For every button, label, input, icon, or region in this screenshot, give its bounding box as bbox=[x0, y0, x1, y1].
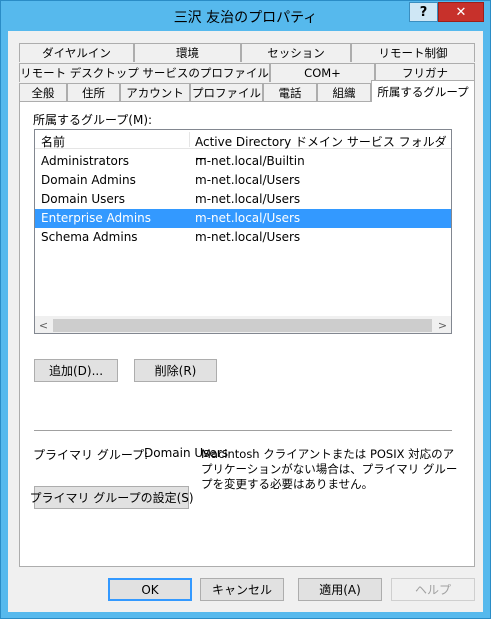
title-bar[interactable]: 三沢 友治のプロパティ ? ✕ bbox=[1, 1, 490, 31]
tab-session[interactable]: セッション bbox=[241, 43, 351, 62]
tab-organization[interactable]: 組織 bbox=[317, 83, 371, 102]
tab-remote-control[interactable]: リモート制御 bbox=[351, 43, 475, 62]
group-folder: m-net.local/Users bbox=[195, 211, 301, 225]
list-item[interactable]: Domain Admins m-net.local/Users bbox=[35, 171, 451, 190]
list-item[interactable]: Administrators m-net.local/Builtin bbox=[35, 152, 451, 171]
separator bbox=[34, 430, 452, 432]
cancel-button[interactable]: キャンセル bbox=[200, 578, 284, 601]
dialog-client: ダイヤルイン 環境 セッション リモート制御 リモート デスクトップ サービスの… bbox=[8, 31, 483, 612]
apply-button[interactable]: 適用(A) bbox=[298, 578, 382, 601]
set-primary-group-button[interactable]: プライマリ グループの設定(S) bbox=[29, 486, 194, 509]
list-item[interactable]: Domain Users m-net.local/Users bbox=[35, 190, 451, 209]
remove-button[interactable]: 削除(R) bbox=[134, 359, 217, 382]
member-of-panel: 所属するグループ(M): 名前 Active Directory ドメイン サー… bbox=[19, 101, 475, 567]
ok-button[interactable]: OK bbox=[108, 578, 192, 601]
group-name: Domain Admins bbox=[41, 173, 136, 187]
tab-general[interactable]: 全般 bbox=[19, 83, 67, 102]
tab-profile[interactable]: プロファイル bbox=[190, 83, 263, 102]
column-separator[interactable] bbox=[189, 132, 190, 147]
primary-group-note: Macintosh クライアントまたは POSIX 対応のアプリケーションがない… bbox=[201, 447, 458, 491]
tab-account[interactable]: アカウント bbox=[120, 83, 190, 102]
group-folder: m-net.local/Users bbox=[195, 173, 301, 187]
tab-address[interactable]: 住所 bbox=[67, 83, 120, 102]
group-name: Schema Admins bbox=[41, 230, 138, 244]
column-header-name[interactable]: 名前 bbox=[41, 133, 65, 150]
group-name: Enterprise Admins bbox=[41, 211, 152, 225]
list-header: 名前 Active Directory ドメイン サービス フォルダー bbox=[35, 130, 451, 166]
dialog-window: 三沢 友治のプロパティ ? ✕ ダイヤルイン 環境 セッション リモート制御 リ… bbox=[0, 0, 491, 619]
tab-environment[interactable]: 環境 bbox=[134, 43, 241, 62]
help-icon[interactable]: ? bbox=[409, 2, 438, 22]
close-icon[interactable]: ✕ bbox=[438, 2, 484, 22]
horizontal-scrollbar[interactable]: < > bbox=[35, 316, 451, 333]
group-name: Administrators bbox=[41, 154, 130, 168]
add-button[interactable]: 追加(D)... bbox=[34, 359, 118, 382]
tab-telephone[interactable]: 電話 bbox=[263, 83, 317, 102]
list-item-selected[interactable]: Enterprise Admins m-net.local/Users bbox=[35, 209, 451, 228]
scroll-left-icon[interactable]: < bbox=[35, 317, 52, 333]
tab-member-of[interactable]: 所属するグループ bbox=[371, 80, 475, 102]
primary-group-label: プライマリ グループ: bbox=[33, 448, 149, 462]
group-list[interactable]: 名前 Active Directory ドメイン サービス フォルダー Admi… bbox=[34, 129, 452, 334]
scroll-thumb[interactable] bbox=[53, 319, 432, 332]
group-name: Domain Users bbox=[41, 192, 125, 206]
member-of-label: 所属するグループ(M): bbox=[33, 113, 153, 127]
group-folder: m-net.local/Builtin bbox=[195, 154, 305, 168]
group-folder: m-net.local/Users bbox=[195, 230, 301, 244]
help-button: ヘルプ bbox=[391, 578, 475, 601]
tab-rds-profile[interactable]: リモート デスクトップ サービスのプロファイル bbox=[19, 63, 270, 82]
scroll-right-icon[interactable]: > bbox=[434, 317, 451, 333]
tab-com-plus[interactable]: COM+ bbox=[270, 63, 375, 82]
group-folder: m-net.local/Users bbox=[195, 192, 301, 206]
tab-dial-in[interactable]: ダイヤルイン bbox=[19, 43, 134, 62]
list-item[interactable]: Schema Admins m-net.local/Users bbox=[35, 228, 451, 247]
